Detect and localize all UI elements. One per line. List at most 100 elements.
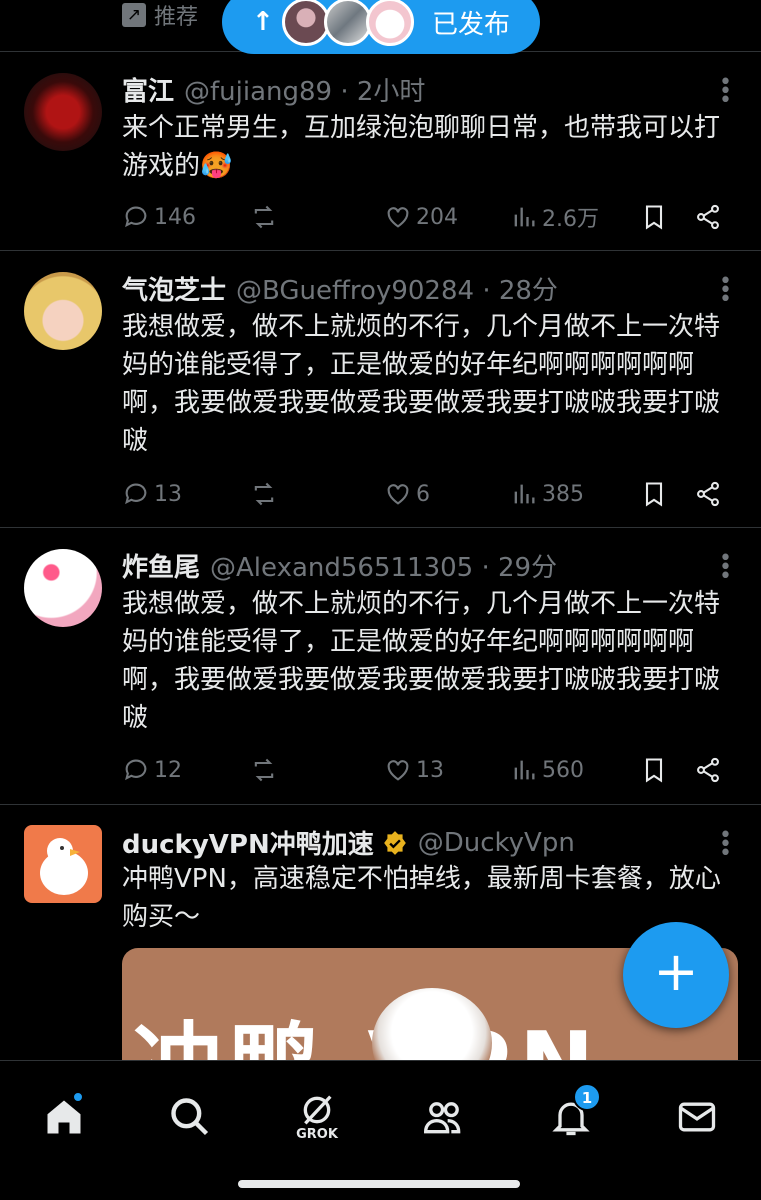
posted-pill-button[interactable]: ↑ 已发布 <box>222 0 540 54</box>
bookmark-button[interactable] <box>640 753 668 787</box>
retweet-button[interactable] <box>250 477 278 511</box>
author-name[interactable]: duckyVPN冲鸭加速 <box>122 824 374 861</box>
avatar[interactable] <box>24 825 102 903</box>
like-button[interactable]: 204 <box>384 200 458 234</box>
like-button[interactable]: 6 <box>384 477 430 511</box>
home-indicator[interactable] <box>238 1180 520 1188</box>
share-button[interactable] <box>694 200 722 234</box>
like-button[interactable]: 13 <box>384 753 444 787</box>
tweet[interactable]: 气泡芝士 @BGueffroy90284 · 28分 • • • 我想做爱，做不上就… <box>0 252 761 528</box>
search-icon <box>171 1098 209 1136</box>
author-handle[interactable]: @DuckyVpn <box>418 828 575 858</box>
grok-label: GROK <box>296 1127 338 1142</box>
top-bar: ↗ 推荐 ↑ 已发布 <box>0 0 761 54</box>
nav-messages[interactable] <box>669 1089 725 1145</box>
reply-count: 146 <box>154 204 196 230</box>
tweet-header: 富江 @fujiang89 · 2小时 <box>122 71 425 108</box>
tweet-text: 我想做爱，做不上就烦的不行，几个月做不上一次特妈的谁能受得了，正是做爱的好年纪啊… <box>122 589 721 733</box>
avatar <box>282 0 330 46</box>
avatar[interactable] <box>24 549 102 627</box>
more-icon[interactable]: • • • <box>719 548 732 588</box>
view-count: 2.6万 <box>542 207 599 232</box>
duck-logo-icon <box>40 838 88 895</box>
avatar <box>324 0 372 46</box>
reply-count: 13 <box>154 481 182 507</box>
retweet-button[interactable] <box>250 200 278 234</box>
tweet[interactable]: 富江 @fujiang89 · 2小时 • • • 来个正常男生，互加绿泡泡聊聊日常… <box>0 53 761 251</box>
author-handle[interactable]: @fujiang89 · 2小时 <box>184 71 425 108</box>
tweet[interactable]: 炸鱼尾 @Alexand56511305 · 29分 • • • 我想做爱，做不上就… <box>0 529 761 805</box>
tweet-actions: 146 204 2.6万 <box>122 200 732 234</box>
more-icon[interactable]: • • • <box>719 271 732 311</box>
views-icon <box>514 760 535 780</box>
heart-icon <box>387 207 409 228</box>
home-unread-dot <box>72 1091 84 1103</box>
like-count: 13 <box>416 757 444 783</box>
share-icon <box>697 481 719 507</box>
like-count: 204 <box>416 204 458 230</box>
retweet-icon <box>254 482 274 506</box>
avatar[interactable] <box>24 272 102 350</box>
author-name[interactable]: 富江 <box>122 71 174 108</box>
tweet-text: 我想做爱，做不上就烦的不行，几个月做不上一次特妈的谁能受得了，正是做爱的好年纪啊… <box>122 312 721 456</box>
communities-icon <box>424 1102 461 1134</box>
promoted-icon: ↗ <box>122 3 146 27</box>
mail-icon <box>678 1102 716 1132</box>
bookmark-icon <box>645 758 663 783</box>
nav-home[interactable] <box>36 1089 92 1145</box>
nav-grok[interactable]: GROK <box>289 1089 345 1145</box>
bookmark-button[interactable] <box>640 200 668 234</box>
arrow-up-icon: ↑ <box>252 7 274 37</box>
reply-button[interactable]: 12 <box>122 753 182 787</box>
bookmark-button[interactable] <box>640 477 668 511</box>
views-button[interactable]: 2.6万 <box>510 200 599 234</box>
tweet-header: 炸鱼尾 @Alexand56511305 · 29分 <box>122 547 557 584</box>
avatar <box>366 0 414 46</box>
share-button[interactable] <box>694 477 722 511</box>
share-icon <box>697 204 719 230</box>
posted-label: 已发布 <box>432 9 511 40</box>
views-button[interactable]: 560 <box>510 753 584 787</box>
author-name[interactable]: 气泡芝士 <box>122 270 226 307</box>
retweet-icon <box>254 205 274 229</box>
author-name[interactable]: 炸鱼尾 <box>122 547 200 584</box>
heart-icon <box>387 484 409 505</box>
promoted-label: 推荐 <box>154 5 199 30</box>
views-button[interactable]: 385 <box>510 477 584 511</box>
views-icon <box>514 484 535 504</box>
more-icon[interactable]: • • • <box>719 72 732 112</box>
compose-button[interactable]: + <box>623 922 729 1028</box>
reply-button[interactable]: 146 <box>122 200 196 234</box>
tweet-header: 气泡芝士 @BGueffroy90284 · 28分 <box>122 270 558 307</box>
tweet-text: 来个正常男生，互加绿泡泡聊聊日常，也带我可以打游戏的🥵 <box>122 113 721 181</box>
avatar[interactable] <box>24 73 102 151</box>
bottom-nav: GROK 1 <box>0 1060 761 1200</box>
reply-icon <box>125 483 147 505</box>
retweet-icon <box>254 758 274 782</box>
share-button[interactable] <box>694 753 722 787</box>
reply-button[interactable]: 13 <box>122 477 182 511</box>
views-icon <box>514 207 535 227</box>
tweet-actions: 12 13 560 <box>122 753 732 787</box>
bookmark-icon <box>645 205 663 230</box>
bookmark-icon <box>645 482 663 507</box>
nav-communities[interactable] <box>416 1089 472 1145</box>
like-count: 6 <box>416 481 430 507</box>
notification-count-badge: 1 <box>573 1083 601 1111</box>
tweet-text: 冲鸭VPN，高速稳定不怕掉线，最新周卡套餐，放心购买～ <box>122 864 721 932</box>
heart-icon <box>387 760 409 781</box>
retweet-button[interactable] <box>250 753 278 787</box>
nav-notifications[interactable]: 1 <box>543 1083 601 1145</box>
share-icon <box>697 757 719 783</box>
tweet-header: duckyVPN冲鸭加速 @DuckyVpn <box>122 824 575 861</box>
view-count: 560 <box>542 757 584 783</box>
reply-icon <box>125 759 147 781</box>
author-handle[interactable]: @Alexand56511305 · 29分 <box>210 547 557 584</box>
grok-icon <box>303 1095 332 1125</box>
nav-search[interactable] <box>162 1089 218 1145</box>
promoted-row: ↗ 推荐 <box>122 0 198 30</box>
more-icon[interactable]: • • • <box>719 825 732 865</box>
verified-badge-icon <box>383 830 406 855</box>
tweet-actions: 13 6 385 <box>122 477 732 511</box>
author-handle[interactable]: @BGueffroy90284 · 28分 <box>236 270 558 307</box>
